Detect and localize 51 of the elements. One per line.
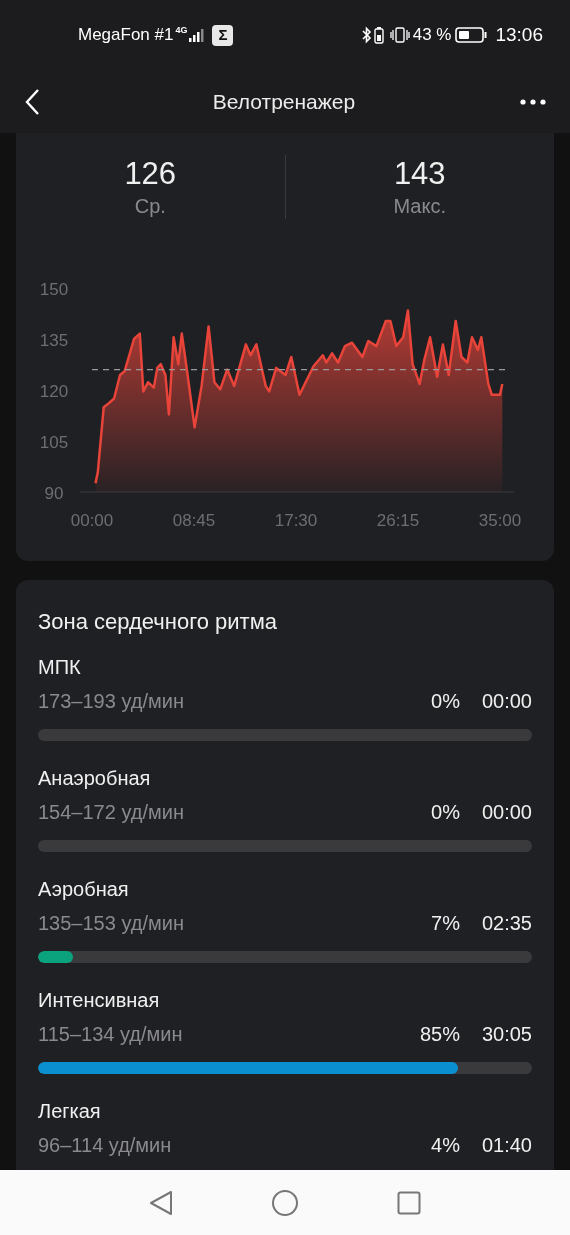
x-tick-label: 26:15 [376,511,420,530]
sigma-app-icon: Σ [212,24,234,46]
circle-icon [271,1188,299,1217]
zone-percent: 0% [431,689,460,714]
y-tick-label: 120 [39,382,69,401]
zone-range: 173–193 уд/мин [38,689,185,714]
zone-range: 115–134 уд/мин [38,1022,184,1047]
battery-percent: 43 % [412,24,452,47]
zone-percent: 4% [431,1133,460,1158]
zone-time: 00:00 [481,689,532,714]
triangle-icon [149,1189,173,1216]
y-tick-label: 135 [39,331,69,350]
zone-name: Интенсивная [38,988,161,1013]
square-icon [397,1190,421,1215]
x-tick-label: 35:00 [478,511,522,530]
zone-time: 00:00 [481,800,532,825]
x-tick-label: 00:00 [70,511,114,530]
zone-time: 02:35 [481,911,532,936]
zone-time: 01:40 [481,1133,532,1158]
zone-time: 30:05 [481,1022,532,1047]
zone-percent: 85% [419,1022,460,1047]
battery-saver-icon [373,26,384,44]
screen-title: Велотренажер [212,88,356,115]
zone-percent: 7% [431,911,460,936]
signal-icon [188,27,207,43]
y-tick-label: 150 [39,280,69,299]
zone-range: 96–114 уд/мин [38,1133,173,1158]
stat-label: Ср. [134,194,166,219]
y-tick-label: 105 [39,433,69,452]
vibrate-icon [389,26,410,44]
zone-name: Легкая [38,1099,102,1124]
bluetooth-icon [361,26,372,44]
zones-title: Зона сердечного ритма [38,608,279,636]
network-label: 4G [175,24,188,37]
battery-icon [455,26,488,44]
zone-percent: 0% [431,800,460,825]
y-tick-label: 90 [44,484,64,503]
stat-value: 143 [393,155,446,193]
stat-label: Макс. [393,194,446,219]
zone-range: 135–153 уд/мин [38,911,185,936]
back-chevron-icon [24,87,40,116]
carrier-label: MegaFon #1 [78,24,174,47]
clock-time: 13:06 [495,22,543,47]
zone-name: Аэробная [38,877,130,902]
more-icon [520,98,546,105]
zone-name: МПК [38,655,82,680]
x-tick-label: 08:45 [172,511,216,530]
x-tick-label: 17:30 [274,511,318,530]
stat-value: 126 [124,155,177,193]
zone-name: Анаэробная [38,766,152,791]
zone-range: 154–172 уд/мин [38,800,185,825]
